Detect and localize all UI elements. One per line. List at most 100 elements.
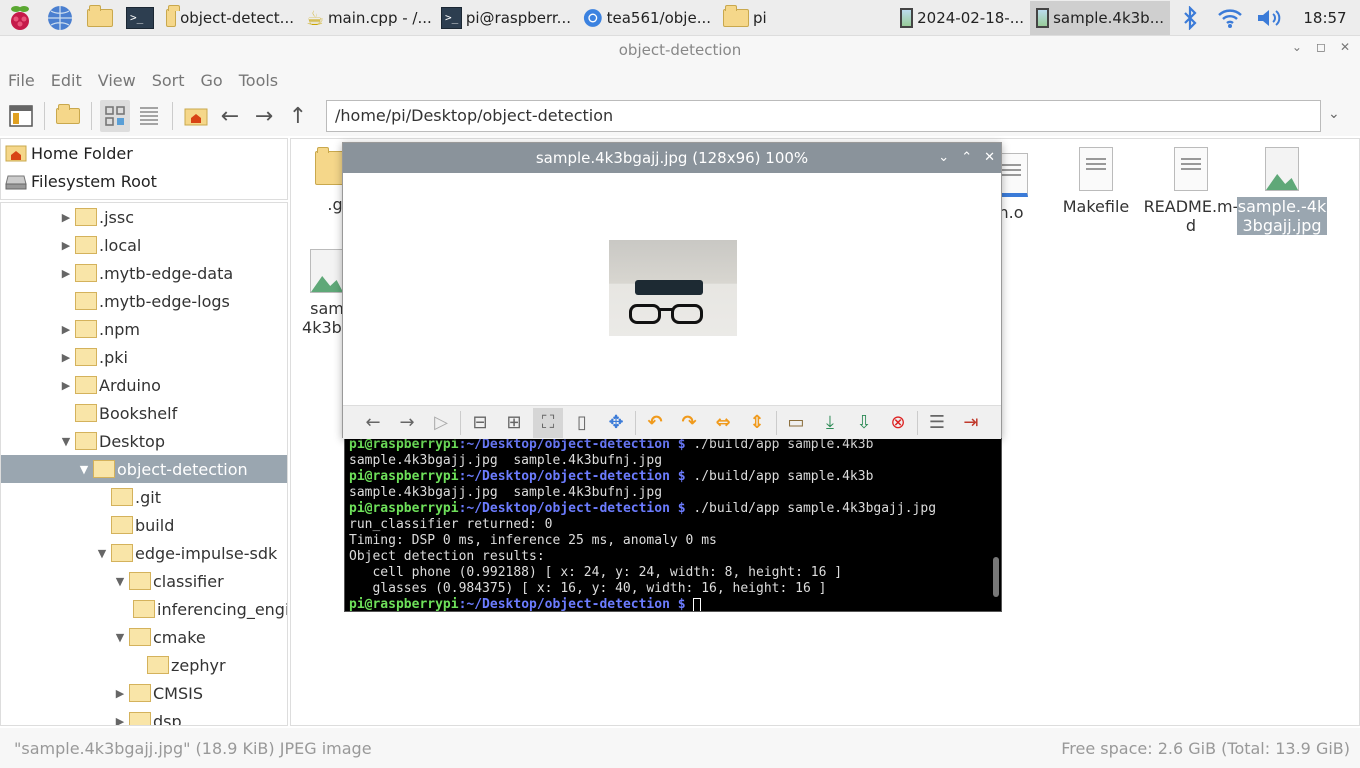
- collapse-arrow-icon[interactable]: ▼: [113, 631, 127, 644]
- path-input[interactable]: /home/pi/Desktop/object-detection: [326, 100, 1321, 132]
- collapse-arrow-icon[interactable]: ▼: [59, 435, 73, 448]
- file-manager-launcher[interactable]: [80, 0, 120, 36]
- tree-item[interactable]: ▶ .local: [1, 231, 287, 259]
- maximize-icon[interactable]: ◻: [1316, 40, 1326, 54]
- place-filesystem-root[interactable]: Filesystem Root: [1, 167, 287, 195]
- expand-arrow-icon[interactable]: ▶: [59, 211, 73, 224]
- expand-arrow-icon[interactable]: ▶: [113, 687, 127, 700]
- collapse-arrow-icon[interactable]: ▼: [77, 463, 91, 476]
- tree-item[interactable]: inferencing_engi: [1, 595, 287, 623]
- chevron-down-icon[interactable]: ⌄: [1328, 106, 1340, 122]
- taskbar-button-screenshot[interactable]: 2024-02-18-...: [894, 1, 1030, 35]
- tree-item[interactable]: ▼ edge-impulse-sdk: [1, 539, 287, 567]
- menu-edit[interactable]: Edit: [51, 71, 82, 90]
- text-file-icon: [1079, 147, 1113, 191]
- next-image-button[interactable]: →: [392, 408, 422, 438]
- save-file-button[interactable]: ⤓: [815, 408, 845, 438]
- clock[interactable]: 18:57: [1290, 9, 1360, 27]
- menu-view[interactable]: View: [98, 71, 136, 90]
- tree-item-selected[interactable]: ▼ object-detection: [1, 455, 287, 483]
- tree-item[interactable]: ▶ CMSIS: [1, 679, 287, 707]
- taskbar-button-pi[interactable]: pi: [717, 1, 857, 35]
- collapse-arrow-icon[interactable]: ▼: [95, 547, 109, 560]
- wifi-tray[interactable]: [1210, 7, 1250, 29]
- menu-file[interactable]: File: [8, 71, 35, 90]
- menu-tools[interactable]: Tools: [239, 71, 278, 90]
- terminal-launcher[interactable]: >_: [120, 0, 160, 36]
- zoom-out-button[interactable]: ⊟: [465, 408, 495, 438]
- rotate-right-button[interactable]: ↷: [674, 408, 704, 438]
- tree-item[interactable]: Bookshelf: [1, 399, 287, 427]
- file-item-makefile[interactable]: Makefile: [1051, 141, 1141, 216]
- raspberry-menu-button[interactable]: [0, 0, 40, 36]
- file-item-sample-4k3bgajj[interactable]: sample.-4k3bgajj.jpg: [1237, 141, 1327, 235]
- fullscreen-button[interactable]: ✥: [601, 408, 631, 438]
- tree-item[interactable]: ▼ Desktop: [1, 427, 287, 455]
- tree-item-label: dsp: [153, 711, 182, 726]
- tree-item[interactable]: ▶ .npm: [1, 315, 287, 343]
- tree-item[interactable]: ▼ cmake: [1, 623, 287, 651]
- arrow-right-icon: →: [399, 412, 415, 433]
- expand-arrow-icon[interactable]: ▶: [59, 379, 73, 392]
- place-home-folder[interactable]: Home Folder: [1, 139, 287, 167]
- terminal-scrollbar[interactable]: [993, 557, 999, 597]
- back-button[interactable]: ←: [215, 100, 245, 132]
- tree-item[interactable]: build: [1, 511, 287, 539]
- tree-item[interactable]: ▶ .mytb-edge-data: [1, 259, 287, 287]
- browser-launcher[interactable]: [40, 0, 80, 36]
- menu-go[interactable]: Go: [201, 71, 223, 90]
- zoom-in-button[interactable]: ⊞: [499, 408, 529, 438]
- volume-tray[interactable]: [1250, 7, 1290, 29]
- open-file-button[interactable]: ▭: [781, 408, 811, 438]
- previous-image-button[interactable]: ←: [358, 408, 388, 438]
- expand-arrow-icon[interactable]: ▶: [59, 323, 73, 336]
- chevron-down-icon[interactable]: ⌄: [1292, 40, 1302, 54]
- preferences-button[interactable]: ☰: [922, 408, 952, 438]
- expand-arrow-icon[interactable]: ▶: [113, 715, 127, 726]
- minimize-icon[interactable]: ⌄: [938, 143, 949, 173]
- taskbar-button-file-manager[interactable]: object-detect...: [160, 1, 300, 35]
- taskbar-button-terminal[interactable]: >_ pi@raspberr...: [435, 1, 577, 35]
- new-folder-button[interactable]: [53, 100, 83, 132]
- close-icon[interactable]: ✕: [1340, 40, 1350, 54]
- image-viewer-titlebar[interactable]: sample.4k3bgajj.jpg (128x96) 100% ⌄ ⌃ ✕: [343, 143, 1001, 173]
- close-icon[interactable]: ✕: [984, 143, 995, 173]
- taskbar-button-geany[interactable]: ☕ main.cpp - /...: [300, 1, 435, 35]
- expand-arrow-icon[interactable]: ▶: [59, 351, 73, 364]
- home-button[interactable]: [181, 100, 211, 132]
- taskbar-button-image-viewer[interactable]: sample.4k3b...: [1030, 0, 1170, 35]
- up-button[interactable]: ↑: [283, 100, 313, 132]
- original-size-button[interactable]: ▯: [567, 408, 597, 438]
- list-view-button[interactable]: [134, 100, 164, 132]
- tree-item[interactable]: .git: [1, 483, 287, 511]
- save-as-button[interactable]: ⇩: [849, 408, 879, 438]
- tree-item[interactable]: ▼ classifier: [1, 567, 287, 595]
- tree-item[interactable]: ▶ dsp: [1, 707, 287, 726]
- quit-button[interactable]: ⇥: [956, 408, 986, 438]
- tree-item[interactable]: ▶ .pki: [1, 343, 287, 371]
- collapse-arrow-icon[interactable]: ▼: [113, 575, 127, 588]
- image-canvas: [343, 173, 1001, 405]
- icon-view-button[interactable]: [100, 100, 130, 132]
- expand-arrow-icon[interactable]: ▶: [59, 267, 73, 280]
- slideshow-button[interactable]: ▷: [426, 408, 456, 438]
- expand-arrow-icon[interactable]: ▶: [59, 239, 73, 252]
- maximize-icon[interactable]: ⌃: [961, 143, 972, 173]
- terminal-line: Timing: DSP 0 ms, inference 25 ms, anoma…: [349, 533, 717, 548]
- tree-item[interactable]: zephyr: [1, 651, 287, 679]
- flip-horizontal-button[interactable]: ⇔: [708, 408, 738, 438]
- tree-item[interactable]: ▶ Arduino: [1, 371, 287, 399]
- tree-item[interactable]: ▶ .jssc: [1, 203, 287, 231]
- tree-item[interactable]: .mytb-edge-logs: [1, 287, 287, 315]
- forward-button[interactable]: →: [249, 100, 279, 132]
- delete-file-button[interactable]: ⊗: [883, 408, 913, 438]
- taskbar-button-chromium[interactable]: tea561/obje...: [577, 1, 717, 35]
- new-window-button[interactable]: [6, 100, 36, 132]
- flip-vertical-button[interactable]: ⇕: [742, 408, 772, 438]
- terminal-window[interactable]: pi@raspberrypi:~/Desktop/object-detectio…: [344, 436, 1002, 612]
- fit-window-button[interactable]: ⛶: [533, 407, 563, 438]
- bluetooth-tray[interactable]: [1170, 5, 1210, 30]
- menu-sort[interactable]: Sort: [152, 71, 185, 90]
- file-item-readme[interactable]: README.m-d: [1143, 141, 1239, 235]
- rotate-left-button[interactable]: ↶: [640, 408, 670, 438]
